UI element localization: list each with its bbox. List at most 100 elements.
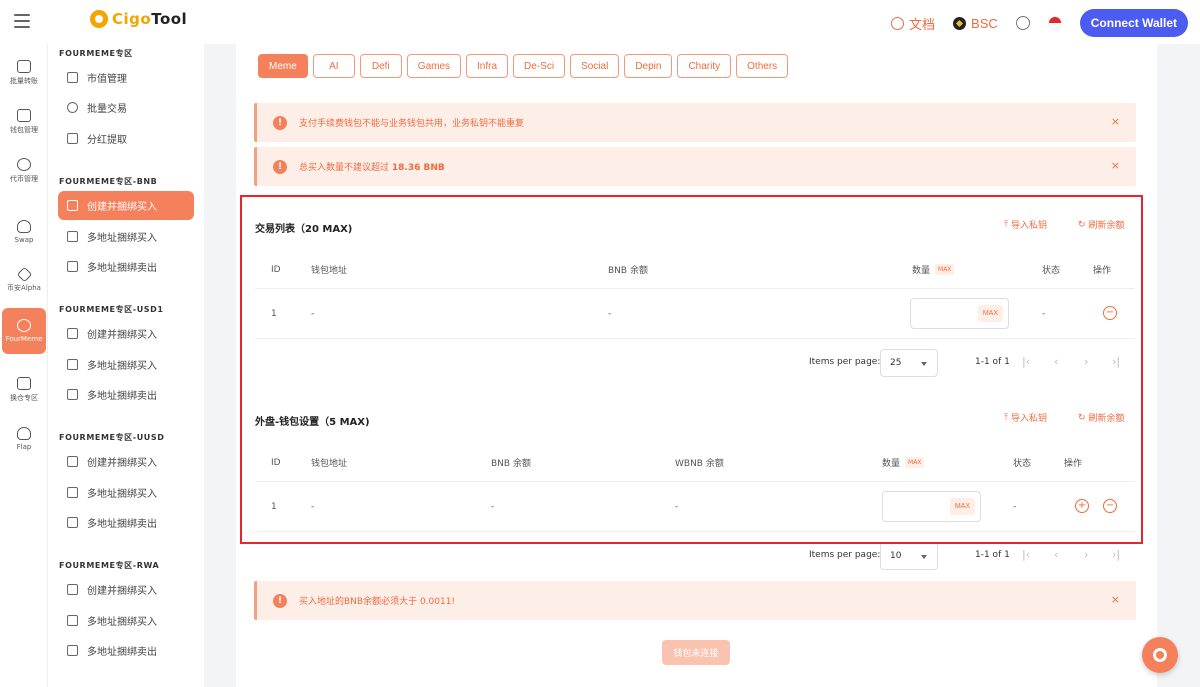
- wallet-not-connected-button[interactable]: 钱包未连接: [662, 640, 730, 665]
- multi-address-icon: [67, 615, 78, 626]
- multi-address-icon: [67, 389, 78, 400]
- logo-mark-icon: [90, 10, 108, 28]
- rail-item-batch-transfer[interactable]: 批量转账: [0, 50, 48, 96]
- bundle-icon: [67, 584, 78, 595]
- chain-selector[interactable]: BSC: [953, 16, 998, 31]
- nav-group-title: FOURMEME专区-BNB: [59, 177, 158, 186]
- close-icon[interactable]: ×: [1111, 593, 1120, 606]
- nav-item-multi-buy[interactable]: 多地址捆绑买入: [58, 478, 194, 507]
- refresh-balance-button[interactable]: ↻ 刷新余额: [1078, 218, 1125, 232]
- top-bar: CigoTool 文档 BSC Connect Wallet: [0, 0, 1200, 44]
- nav-item-multi-buy[interactable]: 多地址捆绑买入: [58, 350, 194, 379]
- refresh-balance-button[interactable]: ↻ 刷新余额: [1078, 411, 1125, 425]
- nav-item-batch-trade[interactable]: 批量交易: [58, 93, 194, 122]
- next-page-icon[interactable]: ›: [1084, 548, 1088, 561]
- max-button[interactable]: MAX: [977, 305, 1003, 322]
- nav-item-create-bundle-buy[interactable]: 创建并捆绑买入: [58, 319, 194, 348]
- info-icon: !: [273, 159, 287, 174]
- menu-icon[interactable]: [14, 14, 30, 28]
- tab-charity[interactable]: Charity: [677, 54, 732, 78]
- multi-address-icon: [67, 261, 78, 272]
- nav-item-create-bundle-buy[interactable]: 创建并捆绑买入: [58, 447, 194, 476]
- multi-address-icon: [67, 487, 78, 498]
- info-icon: !: [273, 115, 287, 130]
- tab-defi[interactable]: Defi: [359, 54, 402, 78]
- rail-item-token[interactable]: 代币管理: [0, 148, 48, 194]
- tab-depin[interactable]: Depin: [624, 54, 673, 78]
- nav-item-create-bundle-buy[interactable]: 创建并捆绑买入: [58, 575, 194, 604]
- alert-min-balance: ! 买入地址的BNB余额必须大于 0.0011! ×: [254, 581, 1136, 620]
- tab-de-sci[interactable]: De-Sci: [513, 54, 566, 78]
- import-key-button[interactable]: ⤒ 导入私钥: [1004, 411, 1047, 425]
- nav-item-multi-buy[interactable]: 多地址捆绑买入: [58, 606, 194, 635]
- section-title-external-wallet: 外盘-钱包设置（5 MAX): [255, 417, 370, 428]
- nav-group-title: FOURMEME专区-USD1: [59, 305, 164, 314]
- rail-item-swap[interactable]: Swap: [0, 209, 48, 255]
- add-row-icon[interactable]: +: [1075, 499, 1089, 513]
- nav-item-multi-sell[interactable]: 多地址捆绑卖出: [58, 380, 194, 409]
- rail-item-position[interactable]: 换仓专区: [0, 367, 48, 413]
- bundle-icon: [67, 328, 78, 339]
- tab-others[interactable]: Others: [736, 54, 789, 78]
- max-button[interactable]: MAX: [949, 498, 975, 515]
- nav-item-create-bundle-buy[interactable]: 创建并捆绑买入: [58, 191, 194, 220]
- remove-row-icon[interactable]: −: [1103, 306, 1117, 320]
- last-page-icon[interactable]: ›|: [1112, 548, 1120, 561]
- settings-button[interactable]: [1142, 637, 1178, 673]
- ext-table-header: ID 钱包地址 BNB 余额 WBNB 余额 数量 MAX 状态 操作: [255, 444, 1135, 482]
- section-title-tx-list: 交易列表（20 MAX): [255, 224, 353, 235]
- ext-pagination: Items per page: 10 1-1 of 1 |‹ ‹ › ›|: [236, 542, 1136, 570]
- nav-item-multi-sell[interactable]: 多地址捆绑卖出: [58, 636, 194, 665]
- icon-rail: 批量转账 钱包管理 代币管理 Swap 币安Alpha FourMeme 换仓专…: [0, 44, 48, 687]
- close-icon[interactable]: ×: [1111, 159, 1120, 172]
- items-per-page-select[interactable]: 25: [880, 349, 938, 377]
- refresh-icon: ↻: [1078, 219, 1086, 230]
- stack-icon: [17, 377, 31, 390]
- first-page-icon[interactable]: |‹: [1022, 548, 1030, 561]
- multi-address-icon: [67, 231, 78, 242]
- close-icon[interactable]: ×: [1111, 115, 1120, 128]
- rail-item-wallet[interactable]: 钱包管理: [0, 99, 48, 145]
- next-page-icon[interactable]: ›: [1084, 355, 1088, 368]
- prev-page-icon[interactable]: ‹: [1054, 548, 1058, 561]
- quantity-input[interactable]: MAX: [910, 298, 1009, 329]
- tab-games[interactable]: Games: [406, 54, 462, 78]
- transfer-icon: [17, 60, 31, 73]
- rail-item-binance-alpha[interactable]: 币安Alpha: [0, 258, 48, 304]
- nav-item-dividend[interactable]: 分红提取: [58, 124, 194, 153]
- tab-meme[interactable]: Meme: [258, 54, 308, 78]
- fourmeme-icon: [17, 319, 31, 332]
- remove-row-icon[interactable]: −: [1103, 499, 1117, 513]
- prev-page-icon[interactable]: ‹: [1054, 355, 1058, 368]
- tab-ai[interactable]: AI: [312, 54, 355, 78]
- last-page-icon[interactable]: ›|: [1112, 355, 1120, 368]
- rail-item-flap[interactable]: Flap: [0, 416, 48, 462]
- import-key-button[interactable]: ⤒ 导入私钥: [1004, 218, 1047, 232]
- bnb-chain-icon: [953, 16, 967, 30]
- table-row: 1 - - MAX - −: [255, 289, 1135, 339]
- nav-item-multi-sell[interactable]: 多地址捆绑卖出: [58, 508, 194, 537]
- connect-wallet-button[interactable]: Connect Wallet: [1079, 9, 1188, 37]
- theme-toggle-icon[interactable]: [1015, 16, 1030, 30]
- wallet-icon: [17, 109, 31, 122]
- chart-icon: [67, 72, 78, 83]
- quantity-input[interactable]: MAX: [882, 491, 981, 522]
- swap-icon: [17, 220, 31, 233]
- butterfly-icon: [17, 427, 31, 440]
- items-per-page-select[interactable]: 10: [880, 542, 938, 570]
- docs-link[interactable]: 文档: [891, 14, 935, 33]
- table-row: 1 - - - MAX - + −: [255, 482, 1135, 532]
- tab-social[interactable]: Social: [570, 54, 620, 78]
- tab-infra[interactable]: Infra: [466, 54, 509, 78]
- bundle-icon: [67, 456, 78, 467]
- rail-item-fourmeme[interactable]: FourMeme: [2, 308, 46, 354]
- exchange-icon: [67, 102, 78, 113]
- first-page-icon[interactable]: |‹: [1022, 355, 1030, 368]
- gift-icon: [67, 133, 78, 144]
- logo[interactable]: CigoTool: [90, 10, 187, 28]
- language-flag-icon[interactable]: [1047, 16, 1062, 30]
- nav-item-market-cap[interactable]: 市值管理: [58, 63, 194, 92]
- nav-item-multi-buy[interactable]: 多地址捆绑买入: [58, 222, 194, 251]
- info-icon: !: [273, 593, 287, 608]
- nav-item-multi-sell[interactable]: 多地址捆绑卖出: [58, 252, 194, 281]
